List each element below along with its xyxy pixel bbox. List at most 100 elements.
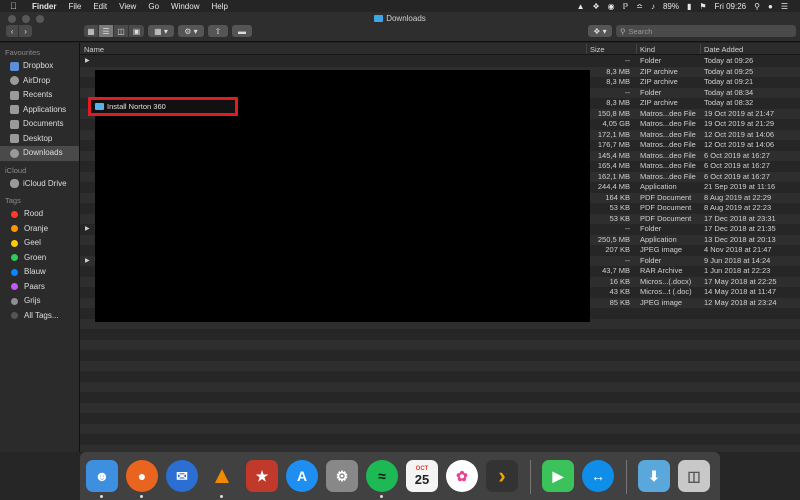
column-header: Name Size Kind Date Added bbox=[80, 43, 800, 55]
sidebar-item-recents[interactable]: Recents bbox=[0, 88, 79, 103]
file-date: 12 Oct 2019 at 14:06 bbox=[704, 129, 775, 139]
vlc-status-icon[interactable]: ▲ bbox=[577, 2, 585, 11]
empty-row bbox=[80, 434, 800, 445]
share-button[interactable]: ⇧ bbox=[208, 25, 228, 37]
file-kind: Matros...deo File bbox=[640, 140, 696, 149]
battery-icon[interactable]: ▮ bbox=[687, 2, 691, 11]
file-date: Today at 08:32 bbox=[704, 98, 754, 107]
list-view-icon[interactable]: ☰ bbox=[99, 25, 114, 37]
sidebar-label: Applications bbox=[23, 104, 67, 114]
menu-file[interactable]: File bbox=[68, 2, 81, 11]
plex-dock-icon[interactable]: › bbox=[486, 460, 518, 492]
file-date: 12 May 2018 at 23:24 bbox=[704, 297, 777, 307]
column-kind[interactable]: Kind bbox=[640, 45, 655, 54]
dropbox-toolbar-button[interactable]: ❖ ▾ bbox=[588, 25, 612, 37]
sidebar-tag-item[interactable]: Rood bbox=[0, 207, 79, 222]
downloads-stack-dock-icon[interactable]: ⬇ bbox=[638, 460, 670, 492]
column-size[interactable]: Size bbox=[590, 45, 605, 54]
folder-icon bbox=[374, 15, 384, 22]
tag-color-dot bbox=[11, 254, 18, 262]
menu-help[interactable]: Help bbox=[211, 2, 227, 11]
file-kind: Micros...t (.doc) bbox=[640, 287, 692, 296]
spotify-dock-icon[interactable]: ≈ bbox=[366, 460, 398, 492]
dropbox-icon: ❖ ▾ bbox=[593, 26, 607, 36]
file-size: 176,7 MB bbox=[597, 140, 630, 149]
trash-dock-icon[interactable]: ◫ bbox=[678, 460, 710, 492]
column-view-icon[interactable]: ◫ bbox=[114, 25, 129, 37]
volume-icon[interactable]: ♪ bbox=[651, 2, 655, 11]
search-input[interactable]: ⚲ Search bbox=[616, 25, 796, 37]
file-size: 150,8 MB bbox=[597, 108, 630, 118]
spotlight-icon[interactable]: ⚲ bbox=[754, 2, 760, 11]
gallery-view-icon[interactable]: ▣ bbox=[129, 25, 144, 37]
sidebar-tag-item[interactable]: Oranje bbox=[0, 222, 79, 237]
sidebar-item-downloads[interactable]: Downloads bbox=[0, 146, 79, 161]
empty-row bbox=[80, 423, 800, 434]
menu-window[interactable]: Window bbox=[171, 2, 199, 11]
file-date: 19 Oct 2019 at 21:47 bbox=[704, 108, 775, 118]
tags-button[interactable]: ▬ bbox=[232, 25, 252, 37]
table-row[interactable]: ▶ -- Folder Today at 09:26 bbox=[80, 56, 800, 67]
action-button[interactable]: ⚙ ▾ bbox=[178, 25, 204, 37]
tag-label: Paars bbox=[24, 281, 45, 291]
file-size: 207 KB bbox=[605, 245, 630, 254]
app-store-dock-icon[interactable]: A bbox=[286, 460, 318, 492]
column-name[interactable]: Name bbox=[84, 45, 104, 54]
bluetooth-icon[interactable]: ℙ bbox=[623, 2, 629, 11]
file-date: 8 Aug 2019 at 22:23 bbox=[704, 203, 772, 212]
dropbox-status-icon[interactable]: ❖ bbox=[592, 2, 599, 11]
thunderbird-dock-icon[interactable]: ✉ bbox=[166, 460, 198, 492]
menu-edit[interactable]: Edit bbox=[93, 2, 107, 11]
sidebar-item-icloud-drive[interactable]: iCloud Drive bbox=[0, 177, 79, 192]
file-date: 9 Jun 2018 at 14:24 bbox=[704, 255, 771, 265]
apple-menu-icon[interactable]:  bbox=[10, 1, 20, 11]
file-size: 145,4 MB bbox=[597, 150, 630, 160]
menu-view[interactable]: View bbox=[119, 2, 136, 11]
sidebar-label: iCloud Drive bbox=[23, 178, 67, 188]
sidebar-tag-item[interactable]: Blauw bbox=[0, 265, 79, 280]
highlighted-folder[interactable]: Install Norton 360 bbox=[88, 97, 238, 116]
teamviewer-dock-icon[interactable]: ↔ bbox=[582, 460, 614, 492]
clock[interactable]: Fri 09:26 bbox=[715, 2, 747, 11]
battery-percent[interactable]: 89% bbox=[663, 2, 679, 11]
disclosure-triangle-icon[interactable]: ▶ bbox=[85, 224, 90, 235]
file-size: -- bbox=[625, 224, 630, 233]
back-button[interactable]: ‹ bbox=[6, 25, 20, 37]
flux-status-icon[interactable]: ◉ bbox=[608, 2, 615, 11]
sidebar-item-dropbox[interactable]: Dropbox bbox=[0, 59, 79, 74]
vlc-dock-icon[interactable]: ▲ bbox=[206, 460, 238, 492]
sidebar-tag-item[interactable]: All Tags... bbox=[0, 309, 79, 324]
facetime-dock-icon[interactable]: ▶ bbox=[542, 460, 574, 492]
sidebar-item-applications[interactable]: Applications bbox=[0, 103, 79, 118]
user-icon[interactable]: ● bbox=[768, 2, 773, 11]
system-preferences-dock-icon[interactable]: ⚙ bbox=[326, 460, 358, 492]
sidebar-tag-item[interactable]: Paars bbox=[0, 280, 79, 295]
firefox-dock-icon[interactable]: ● bbox=[126, 460, 158, 492]
finder-dock-icon[interactable]: ☻ bbox=[86, 460, 118, 492]
sidebar-item-documents[interactable]: Documents bbox=[0, 117, 79, 132]
file-date: 8 Aug 2019 at 22:29 bbox=[704, 192, 772, 202]
column-date-added[interactable]: Date Added bbox=[704, 45, 743, 54]
forward-button[interactable]: › bbox=[19, 25, 32, 37]
wifi-icon[interactable]: ≏ bbox=[636, 2, 643, 11]
popcorn-time-dock-icon[interactable]: ★ bbox=[246, 460, 278, 492]
calendar-dock-icon[interactable]: OCT 25 bbox=[406, 460, 438, 492]
window-title-text: Downloads bbox=[386, 14, 426, 23]
menu-go[interactable]: Go bbox=[148, 2, 159, 11]
disclosure-triangle-icon[interactable]: ▶ bbox=[85, 56, 90, 67]
sidebar-item-airdrop[interactable]: AirDrop bbox=[0, 74, 79, 89]
sidebar-tag-item[interactable]: Groen bbox=[0, 251, 79, 266]
sidebar-tag-item[interactable]: Grijs bbox=[0, 294, 79, 309]
photos-dock-icon[interactable]: ✿ bbox=[446, 460, 478, 492]
sidebar-item-desktop[interactable]: Desktop bbox=[0, 132, 79, 147]
file-date: 6 Oct 2019 at 16:27 bbox=[704, 150, 770, 160]
file-kind: PDF Document bbox=[640, 192, 692, 202]
tags-header: Tags bbox=[5, 196, 21, 205]
flag-icon[interactable]: ⚑ bbox=[699, 2, 706, 11]
menu-app-name[interactable]: Finder bbox=[32, 2, 56, 11]
sidebar-tag-item[interactable]: Geel bbox=[0, 236, 79, 251]
notification-center-icon[interactable]: ☰ bbox=[781, 2, 788, 11]
icon-view-icon[interactable]: ▦ bbox=[84, 25, 99, 37]
disclosure-triangle-icon[interactable]: ▶ bbox=[85, 256, 90, 267]
group-by-button[interactable]: ▦ ▾ bbox=[148, 25, 174, 37]
